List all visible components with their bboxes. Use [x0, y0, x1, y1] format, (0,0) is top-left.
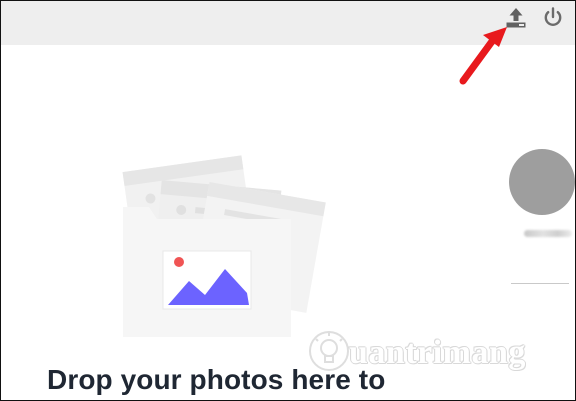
divider: [511, 283, 569, 284]
red-arrow-annotation: [459, 27, 507, 85]
blurred-account-name: [524, 230, 572, 237]
power-icon: [544, 7, 562, 26]
avatar[interactable]: [509, 149, 575, 215]
app-window: uantrimang Drop your photos here to: [0, 0, 576, 401]
power-button[interactable]: [540, 5, 566, 31]
photos-illustration: [122, 155, 326, 337]
dropzone-headline: Drop your photos here to: [47, 364, 386, 395]
